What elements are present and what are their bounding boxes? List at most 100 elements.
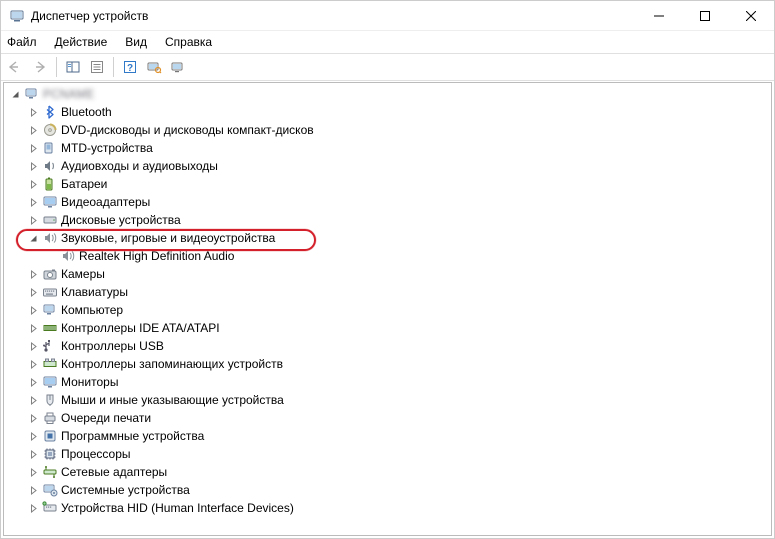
expander-icon[interactable]: [26, 123, 40, 137]
category-label: Процессоры: [61, 447, 139, 461]
category-cameras[interactable]: Камеры: [4, 265, 771, 283]
dvd-icon: [42, 122, 58, 138]
menu-view[interactable]: Вид: [125, 35, 147, 49]
minimize-button[interactable]: [636, 1, 682, 31]
expander-icon[interactable]: [26, 483, 40, 497]
category-label: Контроллеры IDE ATA/ATAPI: [61, 321, 228, 335]
menu-action[interactable]: Действие: [55, 35, 108, 49]
expander-icon[interactable]: [26, 195, 40, 209]
category-computer[interactable]: Компьютер: [4, 301, 771, 319]
titlebar: Диспетчер устройств: [1, 1, 774, 31]
software-icon: [42, 428, 58, 444]
category-processors[interactable]: Процессоры: [4, 445, 771, 463]
expander-icon[interactable]: [26, 447, 40, 461]
category-storage-ctl[interactable]: Контроллеры запоминающих устройств: [4, 355, 771, 373]
expander-icon[interactable]: [26, 393, 40, 407]
expander-icon[interactable]: [26, 339, 40, 353]
print-queue-icon: [42, 410, 58, 426]
expander-icon[interactable]: [26, 231, 40, 245]
expander-icon[interactable]: [26, 141, 40, 155]
usb-icon: [42, 338, 58, 354]
svg-text:?: ?: [127, 63, 133, 74]
expander-icon[interactable]: [26, 105, 40, 119]
category-batteries[interactable]: Батареи: [4, 175, 771, 193]
window-controls: [636, 1, 774, 31]
category-label: Видеоадаптеры: [61, 195, 158, 209]
category-monitors[interactable]: Мониторы: [4, 373, 771, 391]
category-label: Камеры: [61, 267, 113, 281]
device-realtek[interactable]: Realtek High Definition Audio: [4, 247, 771, 265]
properties-button[interactable]: [86, 56, 108, 78]
monitors-icon: [42, 374, 58, 390]
device-label: Realtek High Definition Audio: [79, 249, 242, 263]
category-keyboards[interactable]: Клавиатуры: [4, 283, 771, 301]
category-hid[interactable]: Устройства HID (Human Interface Devices): [4, 499, 771, 517]
category-network[interactable]: Сетевые адаптеры: [4, 463, 771, 481]
storage-ctl-icon: [42, 356, 58, 372]
category-system[interactable]: Системные устройства: [4, 481, 771, 499]
expander-icon[interactable]: [26, 375, 40, 389]
category-label: Контроллеры USB: [61, 339, 172, 353]
back-button[interactable]: [5, 56, 27, 78]
category-audio-io[interactable]: Аудиовходы и аудиовыходы: [4, 157, 771, 175]
display-icon: [42, 194, 58, 210]
category-usb[interactable]: Контроллеры USB: [4, 337, 771, 355]
ide-icon: [42, 320, 58, 336]
category-mice[interactable]: Мыши и иные указывающие устройства: [4, 391, 771, 409]
category-software[interactable]: Программные устройства: [4, 427, 771, 445]
bluetooth-icon: [42, 104, 58, 120]
expander-icon[interactable]: [26, 357, 40, 371]
help-button[interactable]: ?: [119, 56, 141, 78]
add-legacy-hardware-button[interactable]: [167, 56, 189, 78]
expander-icon[interactable]: [26, 501, 40, 515]
cameras-icon: [42, 266, 58, 282]
close-button[interactable]: [728, 1, 774, 31]
category-sound[interactable]: Звуковые, игровые и видеоустройства: [4, 229, 771, 247]
toolbar-separator: [113, 57, 114, 77]
category-ide[interactable]: Контроллеры IDE ATA/ATAPI: [4, 319, 771, 337]
category-label: Батареи: [61, 177, 115, 191]
category-print-queue[interactable]: Очереди печати: [4, 409, 771, 427]
expander-icon[interactable]: [26, 159, 40, 173]
maximize-button[interactable]: [682, 1, 728, 31]
keyboards-icon: [42, 284, 58, 300]
category-label: Мониторы: [61, 375, 126, 389]
category-label: Очереди печати: [61, 411, 159, 425]
category-disk[interactable]: Дисковые устройства: [4, 211, 771, 229]
expander-icon[interactable]: [26, 303, 40, 317]
category-label: Системные устройства: [61, 483, 198, 497]
menubar: Файл Действие Вид Справка: [1, 31, 774, 53]
hid-icon: [42, 500, 58, 516]
expander-icon[interactable]: [8, 87, 22, 101]
forward-button[interactable]: [29, 56, 51, 78]
expander-icon[interactable]: [26, 213, 40, 227]
scan-hardware-button[interactable]: [143, 56, 165, 78]
audio-io-icon: [42, 158, 58, 174]
expander-icon[interactable]: [26, 267, 40, 281]
disk-icon: [42, 212, 58, 228]
sound-icon: [42, 230, 58, 246]
show-hide-console-button[interactable]: [62, 56, 84, 78]
category-label: Программные устройства: [61, 429, 212, 443]
menu-help[interactable]: Справка: [165, 35, 212, 49]
tree-root[interactable]: PCNAME: [4, 85, 771, 103]
category-label: Контроллеры запоминающих устройств: [61, 357, 291, 371]
category-bluetooth[interactable]: Bluetooth: [4, 103, 771, 121]
expander-icon[interactable]: [26, 285, 40, 299]
category-label: Устройства HID (Human Interface Devices): [61, 501, 302, 515]
category-label: Мыши и иные указывающие устройства: [61, 393, 292, 407]
category-label: DVD-дисководы и дисководы компакт-дисков: [61, 123, 322, 137]
expander-icon[interactable]: [26, 321, 40, 335]
expander-icon[interactable]: [26, 411, 40, 425]
category-display[interactable]: Видеоадаптеры: [4, 193, 771, 211]
category-label: Клавиатуры: [61, 285, 136, 299]
menu-file[interactable]: Файл: [7, 35, 37, 49]
category-dvd[interactable]: DVD-дисководы и дисководы компакт-дисков: [4, 121, 771, 139]
expander-icon[interactable]: [26, 177, 40, 191]
device-tree[interactable]: PCNAME Bluetooth DVD-дисководы и дисково…: [3, 82, 772, 536]
category-mtd[interactable]: MTD-устройства: [4, 139, 771, 157]
processors-icon: [42, 446, 58, 462]
mice-icon: [42, 392, 58, 408]
expander-icon[interactable]: [26, 429, 40, 443]
expander-icon[interactable]: [26, 465, 40, 479]
